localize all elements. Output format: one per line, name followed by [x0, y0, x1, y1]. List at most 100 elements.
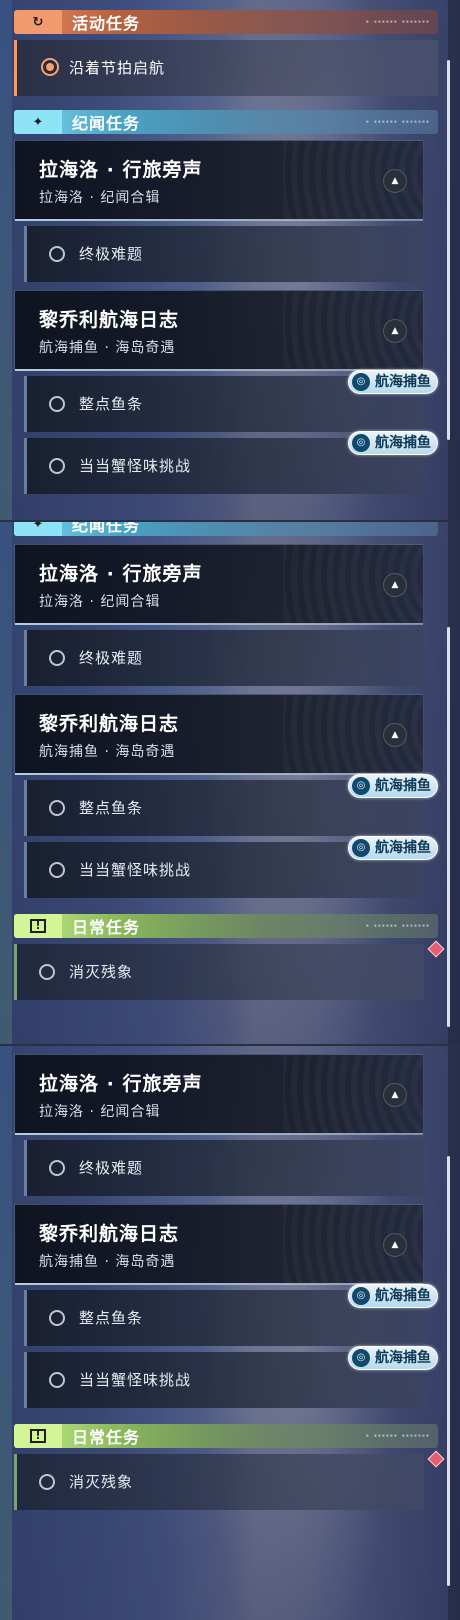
screen-panel-1: ↻ 活动任务 ▪ ▪▪▪▪▪▪ ▪▪▪▪▪▪▪ 沿着节拍启航 ✦ 纪闻任务 ▪ … — [0, 0, 460, 520]
tracking-diamond-icon — [427, 1450, 445, 1468]
category-title: 纪闻任务 — [72, 114, 141, 133]
quest-card[interactable]: 黎乔利航海日志 航海捕鱼 · 海岛奇遇 ▲ — [14, 694, 424, 775]
fishing-icon: ◎ — [352, 1349, 370, 1367]
radio-icon — [39, 964, 55, 980]
quest-title: 拉海洛 · 行旅旁声 — [39, 159, 203, 181]
fishing-tag: ◎ 航海捕鱼 — [348, 431, 438, 455]
subtask-label: 当当蟹怪味挑战 — [79, 457, 192, 475]
tracking-diamond-icon — [427, 940, 445, 958]
scrollbar-thumb[interactable] — [447, 1156, 450, 1586]
category-title: 日常任务 — [72, 918, 141, 937]
tag-label: 航海捕鱼 — [375, 1350, 431, 1366]
quest-subtitle: 航海捕鱼 · 海岛奇遇 — [39, 744, 176, 760]
subtask-label: 终极难题 — [79, 1159, 144, 1177]
fishing-icon: ◎ — [352, 839, 370, 857]
sparkle-icon: ✦ — [14, 110, 62, 134]
radio-icon — [49, 246, 65, 262]
fishing-icon: ◎ — [352, 1287, 370, 1305]
subtask-label: 整点鱼条 — [79, 395, 144, 413]
card-underline — [15, 623, 423, 625]
subtask-label: 整点鱼条 — [79, 799, 144, 817]
tag-label: 航海捕鱼 — [375, 1288, 431, 1304]
daily-task-row[interactable]: 消灭残象 — [14, 944, 424, 1000]
quest-subtitle: 拉海洛 · 纪闻合辑 — [39, 594, 161, 610]
daily-task-row[interactable]: 消灭残象 — [14, 1454, 424, 1510]
quest-card[interactable]: 拉海洛 · 行旅旁声 拉海洛 · 纪闻合辑 ▲ — [14, 140, 424, 221]
subtask-row[interactable]: 终极难题 — [24, 1140, 424, 1196]
screen-panel-2: ✦ 纪闻任务 拉海洛 · 行旅旁声 拉海洛 · 纪闻合辑 ▲ 终极难题 黎乔利航… — [0, 522, 460, 1044]
quest-card[interactable]: 黎乔利航海日志 航海捕鱼 · 海岛奇遇 ▲ — [14, 290, 424, 371]
quest-title: 拉海洛 · 行旅旁声 — [39, 563, 203, 585]
category-header-daily[interactable]: ! 日常任务 ▪ ▪▪▪▪▪▪ ▪▪▪▪▪▪▪ — [14, 914, 438, 938]
radio-icon — [49, 650, 65, 666]
category-header-daily[interactable]: ! 日常任务 ▪ ▪▪▪▪▪▪ ▪▪▪▪▪▪▪ — [14, 1424, 438, 1448]
quest-subtitle: 拉海洛 · 纪闻合辑 — [39, 190, 161, 206]
alert-icon: ! — [14, 914, 62, 938]
quest-card[interactable]: 拉海洛 · 行旅旁声 拉海洛 · 纪闻合辑 ▲ — [14, 544, 424, 625]
quest-card[interactable]: 黎乔利航海日志 航海捕鱼 · 海岛奇遇 ▲ — [14, 1204, 424, 1285]
header-decoration: ▪ ▪▪▪▪▪▪ ▪▪▪▪▪▪▪ — [365, 923, 430, 929]
quest-title: 黎乔利航海日志 — [39, 713, 180, 735]
subtask-label: 终极难题 — [79, 649, 144, 667]
daily-task-label: 消灭残象 — [69, 963, 134, 981]
scrollbar-thumb[interactable] — [447, 60, 450, 440]
fishing-tag: ◎ 航海捕鱼 — [348, 370, 438, 394]
left-edge-stripe — [0, 522, 12, 1044]
collapse-icon[interactable]: ▲ — [383, 723, 407, 747]
subtask-row[interactable]: 终极难题 — [24, 630, 424, 686]
collapse-icon[interactable]: ▲ — [383, 1233, 407, 1257]
sparkle-icon: ✦ — [14, 522, 62, 536]
radio-icon — [49, 458, 65, 474]
left-edge-stripe — [0, 0, 12, 520]
radio-icon — [49, 800, 65, 816]
category-title: 活动任务 — [72, 14, 141, 33]
header-decoration: ▪ ▪▪▪▪▪▪ ▪▪▪▪▪▪▪ — [365, 19, 430, 25]
radio-icon — [39, 1474, 55, 1490]
quest-card[interactable]: 拉海洛 · 行旅旁声 拉海洛 · 纪闻合辑 ▲ — [14, 1054, 424, 1135]
quest-title: 黎乔利航海日志 — [39, 309, 180, 331]
tag-label: 航海捕鱼 — [375, 778, 431, 794]
alert-icon: ! — [14, 1424, 62, 1448]
screen-panel-3: 拉海洛 · 行旅旁声 拉海洛 · 纪闻合辑 ▲ 终极难题 黎乔利航海日志 航海捕… — [0, 1046, 460, 1620]
radio-icon — [49, 1160, 65, 1176]
fishing-icon: ◎ — [352, 373, 370, 391]
category-header-story[interactable]: ✦ 纪闻任务 — [14, 522, 438, 536]
radio-icon — [49, 1372, 65, 1388]
header-decoration: ▪ ▪▪▪▪▪▪ ▪▪▪▪▪▪▪ — [365, 1433, 430, 1439]
header-decoration: ▪ ▪▪▪▪▪▪ ▪▪▪▪▪▪▪ — [365, 119, 430, 125]
category-header-story[interactable]: ✦ 纪闻任务 ▪ ▪▪▪▪▪▪ ▪▪▪▪▪▪▪ — [14, 110, 438, 134]
collapse-icon[interactable]: ▲ — [383, 1083, 407, 1107]
daily-task-label: 消灭残象 — [69, 1473, 134, 1491]
fishing-tag: ◎ 航海捕鱼 — [348, 774, 438, 798]
tag-label: 航海捕鱼 — [375, 374, 431, 390]
fishing-tag: ◎ 航海捕鱼 — [348, 1284, 438, 1308]
fishing-icon: ◎ — [352, 434, 370, 452]
refresh-icon: ↻ — [14, 10, 62, 34]
subtask-label: 整点鱼条 — [79, 1309, 144, 1327]
quest-subtitle: 航海捕鱼 · 海岛奇遇 — [39, 1254, 176, 1270]
event-task-row[interactable]: 沿着节拍启航 — [14, 40, 438, 96]
quest-subtitle: 拉海洛 · 纪闻合辑 — [39, 1104, 161, 1120]
scrollbar-thumb[interactable] — [447, 627, 450, 1027]
quest-subtitle: 航海捕鱼 · 海岛奇遇 — [39, 340, 176, 356]
tag-label: 航海捕鱼 — [375, 435, 431, 451]
radio-icon — [49, 396, 65, 412]
fishing-icon: ◎ — [352, 777, 370, 795]
category-title: 纪闻任务 — [72, 522, 141, 535]
subtask-row[interactable]: 终极难题 — [24, 226, 424, 282]
collapse-icon[interactable]: ▲ — [383, 319, 407, 343]
card-underline — [15, 1133, 423, 1135]
category-title: 日常任务 — [72, 1428, 141, 1447]
subtask-label: 当当蟹怪味挑战 — [79, 861, 192, 879]
radio-icon — [49, 862, 65, 878]
collapse-icon[interactable]: ▲ — [383, 169, 407, 193]
active-radio-icon — [41, 58, 59, 76]
left-edge-stripe — [0, 1046, 12, 1620]
collapse-icon[interactable]: ▲ — [383, 573, 407, 597]
event-task-label: 沿着节拍启航 — [69, 59, 166, 77]
fishing-tag: ◎ 航海捕鱼 — [348, 836, 438, 860]
radio-icon — [49, 1310, 65, 1326]
subtask-label: 终极难题 — [79, 245, 144, 263]
category-header-event[interactable]: ↻ 活动任务 ▪ ▪▪▪▪▪▪ ▪▪▪▪▪▪▪ — [14, 10, 438, 34]
quest-title: 拉海洛 · 行旅旁声 — [39, 1073, 203, 1095]
